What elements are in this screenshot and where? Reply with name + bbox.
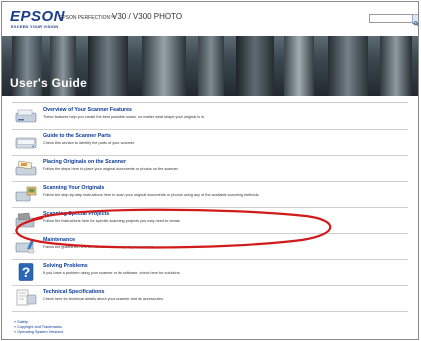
divider	[12, 181, 408, 182]
search-input[interactable]	[369, 14, 413, 23]
item-description: Follow the step-by-step instructions her…	[43, 193, 260, 197]
banner-slat	[198, 36, 224, 96]
item-description: Follow the instructions here for specifi…	[43, 219, 181, 223]
divider	[12, 129, 408, 130]
banner-slat	[236, 36, 274, 96]
page-title: User's Guide	[10, 76, 88, 90]
item-title[interactable]: Overview of Your Scanner Features	[43, 107, 132, 113]
banner-slat	[142, 36, 186, 96]
divider	[12, 259, 408, 260]
item-title[interactable]: Maintenance	[43, 237, 75, 243]
footer-links: » Safety » Copyright and Trademarks » Op…	[14, 320, 63, 335]
banner-slat	[328, 36, 368, 96]
question-mark-icon: ?	[15, 263, 37, 281]
banner-slat	[88, 36, 128, 96]
item-title[interactable]: Placing Originals on the Scanner	[43, 159, 126, 165]
epson-logo[interactable]: EPSON	[10, 8, 65, 25]
item-description: Check here for technical details about y…	[43, 297, 164, 301]
footer-link-label[interactable]: Operating System Versions	[17, 330, 63, 334]
item-description: These features help you create the best …	[43, 115, 206, 119]
list-item-maintenance[interactable]: Maintenance Follow the guidelines here t…	[12, 235, 408, 260]
footer-link-os-versions[interactable]: » Operating System Versions	[14, 330, 63, 335]
banner-slat	[380, 36, 412, 96]
divider	[12, 102, 408, 103]
item-title[interactable]: Scanning Your Originals	[43, 185, 104, 191]
item-description: Follow the steps here to place your orig…	[43, 167, 179, 171]
list-item-special-projects[interactable]: Scanning Special Projects Follow the ins…	[12, 209, 408, 234]
item-title[interactable]: Guide to the Scanner Parts	[43, 133, 111, 139]
logo-tagline: EXCEED YOUR VISION	[11, 24, 59, 29]
product-line: EPSON PERFECTION™	[59, 15, 116, 21]
list-item-scanner-parts[interactable]: Guide to the Scanner Parts Check this se…	[12, 131, 408, 156]
item-description: If you have a problem using your scanner…	[43, 271, 181, 275]
browser-page: EPSON EXCEED YOUR VISION EPSON PERFECTIO…	[1, 1, 419, 340]
list-item-solving-problems[interactable]: ? Solving Problems If you have a problem…	[12, 261, 408, 286]
scanner-parts-icon	[15, 133, 37, 151]
list-item-placing-originals[interactable]: Placing Originals on the Scanner Follow …	[12, 157, 408, 182]
item-description: Follow the guidelines here to maintain a…	[43, 245, 155, 249]
list-item-overview[interactable]: Overview of Your Scanner Features These …	[12, 105, 408, 130]
item-description: Check this section to identify the parts…	[43, 141, 136, 145]
placing-originals-icon	[15, 159, 37, 177]
maintenance-icon	[15, 237, 37, 255]
content-list: Overview of Your Scanner Features These …	[2, 96, 418, 339]
product-models: V30 / V300 PHOTO	[112, 12, 183, 21]
scanning-originals-icon	[15, 185, 37, 203]
divider	[12, 155, 408, 156]
footer-link-label[interactable]: Safety	[17, 320, 28, 324]
special-projects-icon	[15, 211, 37, 229]
header: EPSON EXCEED YOUR VISION EPSON PERFECTIO…	[2, 2, 418, 36]
item-title[interactable]: Technical Specifications	[43, 289, 104, 295]
divider	[12, 207, 408, 208]
item-title[interactable]: Scanning Special Projects	[43, 211, 109, 217]
search-icon	[413, 21, 418, 27]
list-item-scanning-originals[interactable]: Scanning Your Originals Follow the step-…	[12, 183, 408, 208]
item-title[interactable]: Solving Problems	[43, 263, 88, 269]
technical-specifications-icon	[15, 289, 37, 307]
list-item-technical-specifications[interactable]: Technical Specifications Check here for …	[12, 287, 408, 312]
scanner-features-icon	[15, 107, 37, 125]
divider	[12, 311, 408, 312]
search-button[interactable]	[412, 14, 418, 27]
footer-link-label[interactable]: Copyright and Trademarks	[17, 325, 62, 329]
svg-text:?: ?	[22, 264, 31, 280]
banner-slat	[284, 36, 314, 96]
divider	[12, 285, 408, 286]
divider	[12, 233, 408, 234]
